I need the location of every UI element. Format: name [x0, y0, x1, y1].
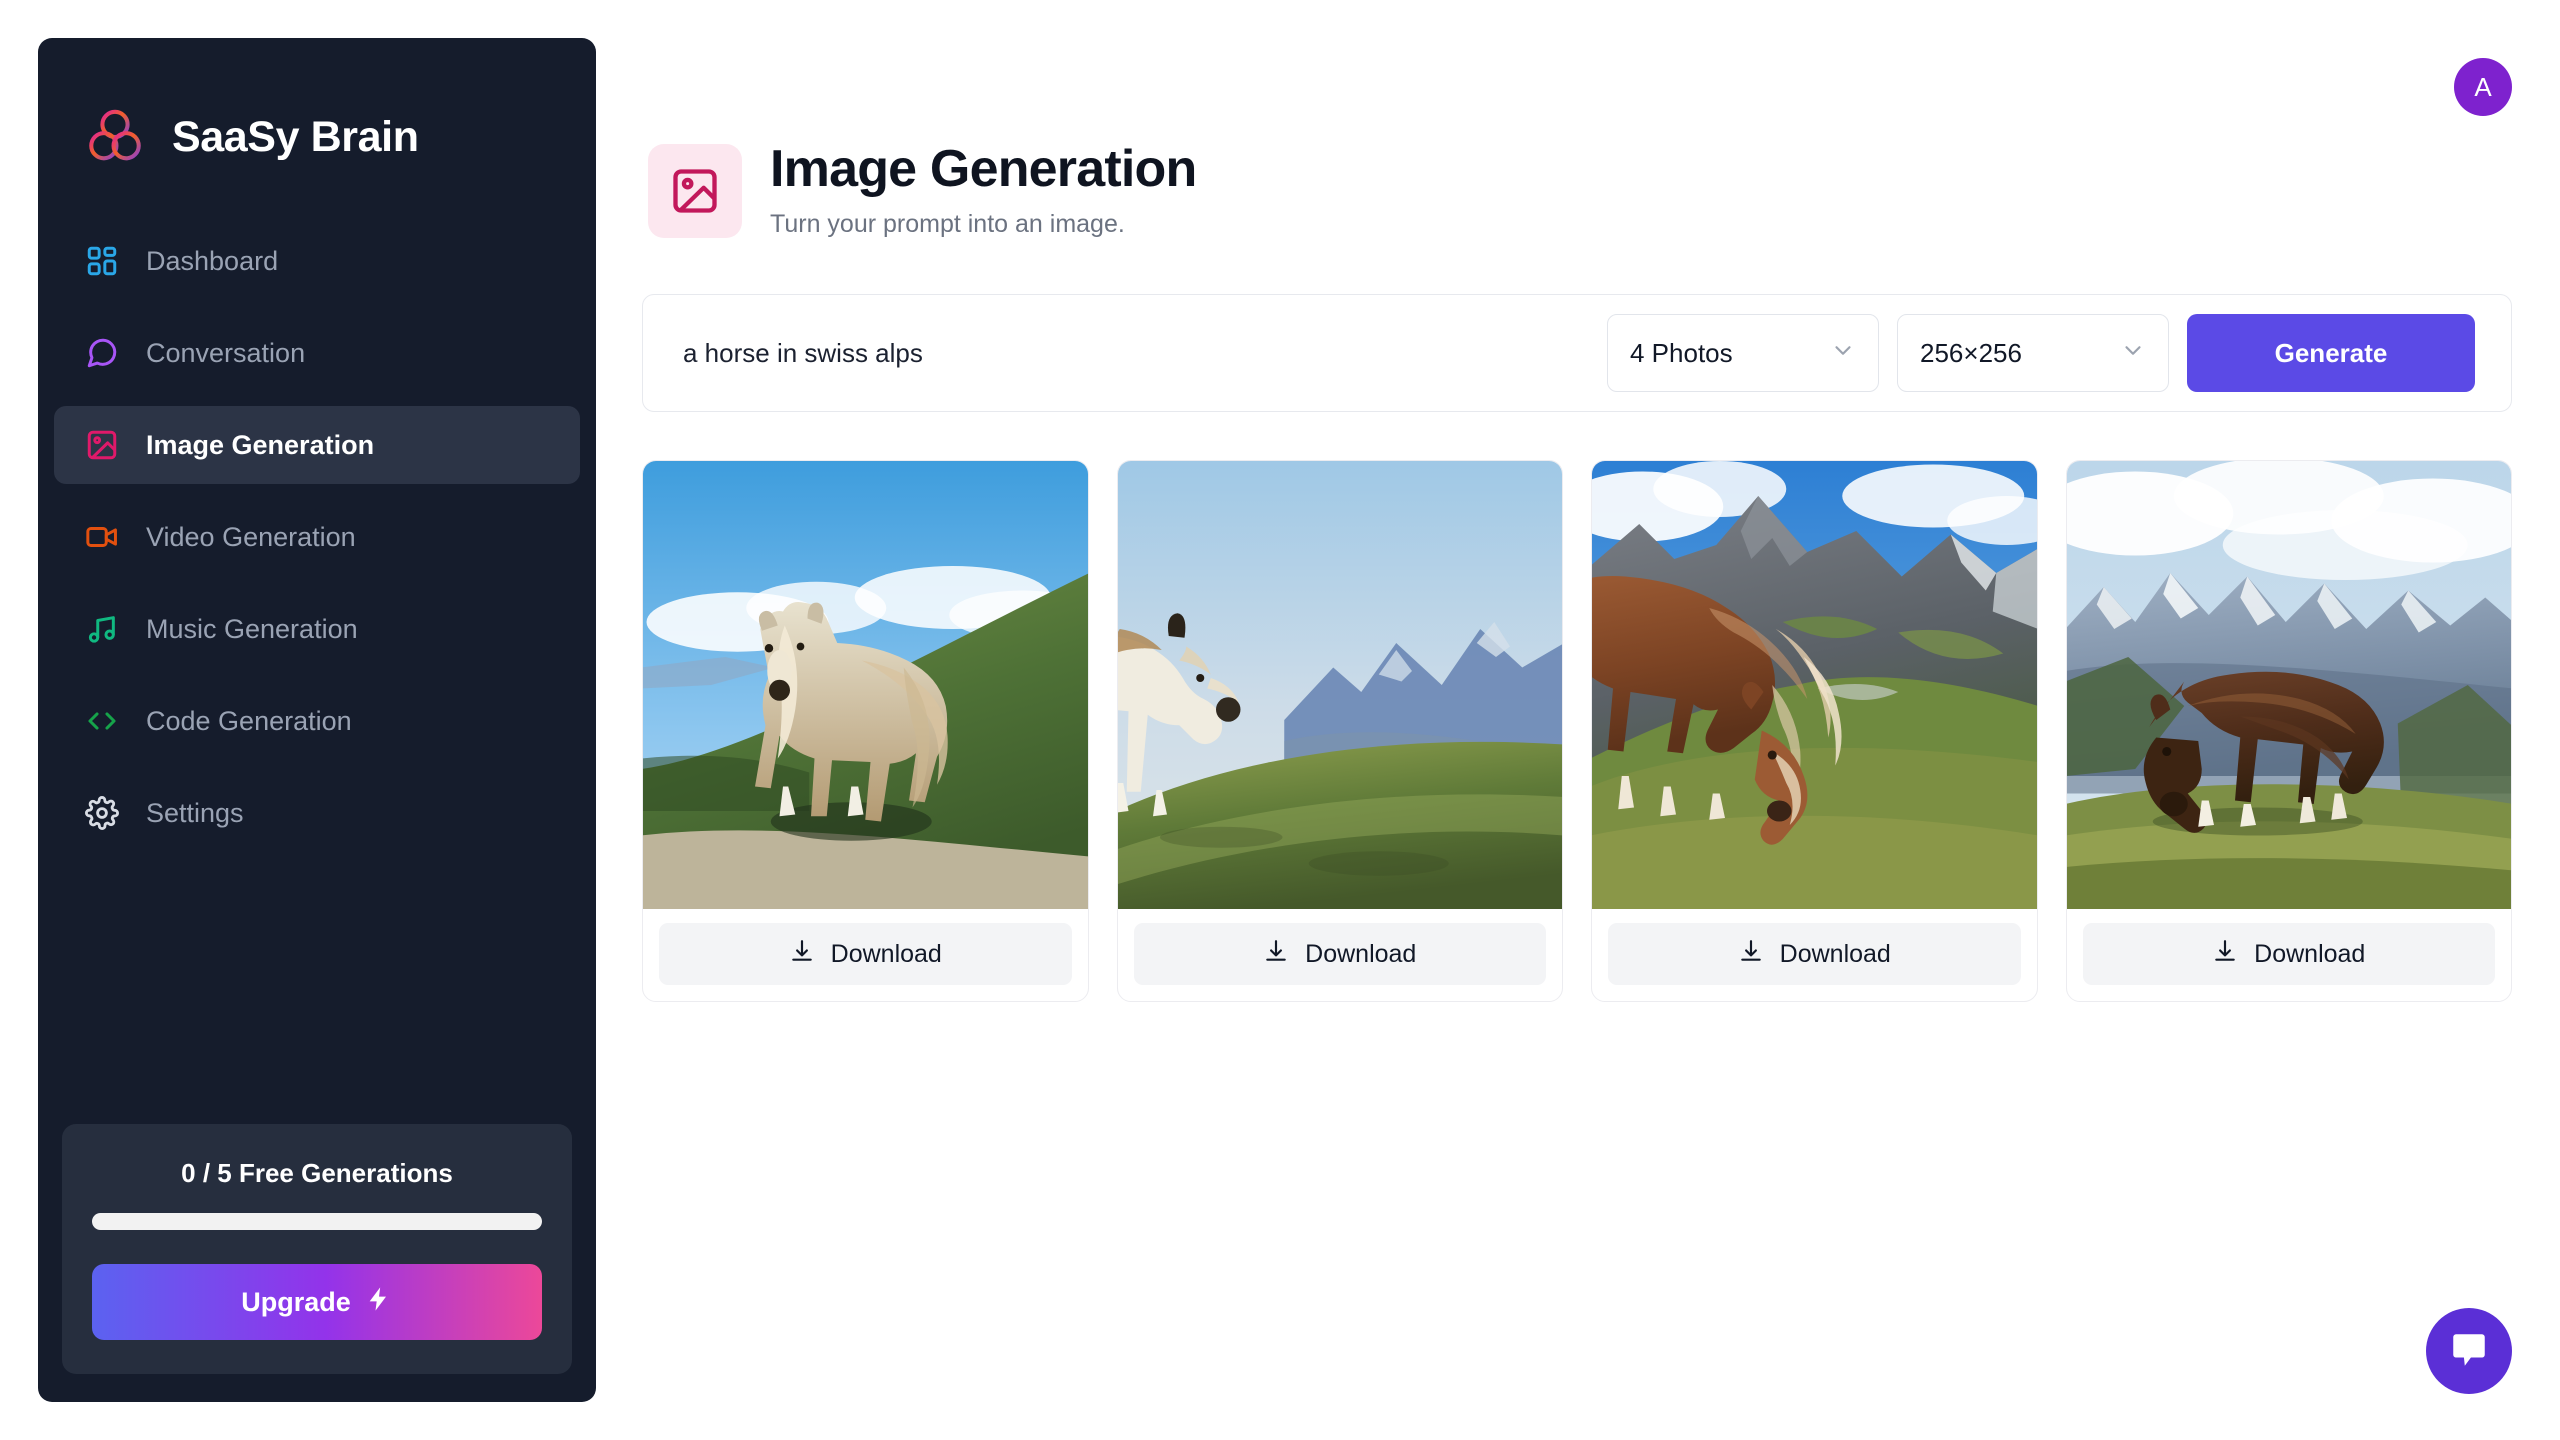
sidebar-item-label: Image Generation	[146, 429, 375, 460]
download-icon	[1263, 938, 1289, 971]
trefoil-logo-icon	[84, 106, 146, 168]
result-card: Download	[1591, 460, 2038, 1002]
photo-count-select[interactable]: 4 Photos	[1607, 314, 1879, 392]
chat-bubble-icon	[2448, 1329, 2490, 1374]
sidebar-item-video-generation[interactable]: Video Generation	[54, 498, 580, 576]
download-icon	[1738, 938, 1764, 971]
sidebar-item-label: Code Generation	[146, 705, 352, 736]
sidebar-item-label: Video Generation	[146, 521, 356, 552]
avatar[interactable]: A	[2454, 58, 2512, 116]
page-header: Image Generation Turn your prompt into a…	[648, 140, 1197, 239]
upgrade-button-label: Upgrade	[241, 1286, 351, 1317]
image-size-value: 256×256	[1920, 337, 2022, 368]
download-wrap: Download	[643, 909, 1088, 1001]
sidebar-item-label: Conversation	[146, 337, 306, 368]
upgrade-button[interactable]: Upgrade	[92, 1264, 542, 1340]
download-icon	[789, 938, 815, 971]
sidebar-item-label: Music Generation	[146, 613, 358, 644]
page-title: Image Generation	[770, 140, 1197, 198]
sidebar-item-code-generation[interactable]: Code Generation	[54, 682, 580, 760]
sidebar-item-label: Dashboard	[146, 245, 279, 276]
code-brackets-icon	[84, 703, 120, 739]
sidebar-item-label: Settings	[146, 797, 244, 828]
grid-icon	[84, 243, 120, 279]
download-button[interactable]: Download	[1133, 923, 1546, 985]
chevron-down-icon	[1830, 338, 1856, 369]
quota-progress-bar	[92, 1213, 542, 1230]
download-label: Download	[1305, 939, 1417, 968]
download-button[interactable]: Download	[1608, 923, 2021, 985]
avatar-initial: A	[2474, 71, 2492, 102]
download-wrap: Download	[1592, 909, 2037, 1001]
download-wrap: Download	[2067, 909, 2512, 1001]
sidebar-item-conversation[interactable]: Conversation	[54, 314, 580, 392]
result-card: Download	[1116, 460, 1563, 1002]
gear-icon	[84, 795, 120, 831]
download-wrap: Download	[1118, 909, 1563, 1001]
result-card: Download	[2065, 460, 2512, 1002]
download-label: Download	[2254, 939, 2366, 968]
image-size-select[interactable]: 256×256	[1897, 314, 2169, 392]
generated-image[interactable]	[1117, 461, 1562, 909]
video-camera-icon	[84, 519, 120, 555]
result-card: Download	[642, 460, 1089, 1002]
app-root: SaaSy Brain Dashboard Conversation Image…	[0, 0, 2560, 1440]
download-button[interactable]: Download	[659, 923, 1072, 985]
download-label: Download	[830, 939, 942, 968]
sidebar-item-settings[interactable]: Settings	[54, 774, 580, 852]
image-icon	[648, 144, 742, 238]
results-grid: Download Download Download Download	[642, 460, 2512, 1002]
image-icon	[84, 427, 120, 463]
lightning-bolt-icon	[365, 1285, 393, 1320]
download-button[interactable]: Download	[2082, 923, 2495, 985]
music-note-icon	[84, 611, 120, 647]
page-subtitle: Turn your prompt into an image.	[770, 209, 1125, 238]
prompt-bar: 4 Photos 256×256 Generate	[642, 294, 2512, 412]
download-icon	[2212, 938, 2238, 971]
chevron-down-icon	[2120, 338, 2146, 369]
sidebar-item-image-generation[interactable]: Image Generation	[54, 406, 580, 484]
upgrade-card: 0 / 5 Free Generations Upgrade	[62, 1124, 572, 1374]
sidebar-nav: Dashboard Conversation Image Generation …	[38, 222, 596, 866]
brand: SaaSy Brain	[38, 38, 596, 188]
generate-button[interactable]: Generate	[2187, 314, 2475, 392]
chat-widget-button[interactable]	[2426, 1308, 2512, 1394]
generated-image[interactable]	[1592, 461, 2037, 909]
brand-name: SaaSy Brain	[172, 112, 419, 161]
page-header-text: Image Generation Turn your prompt into a…	[770, 140, 1197, 239]
chat-bubble-icon	[84, 335, 120, 371]
photo-count-value: 4 Photos	[1630, 337, 1733, 368]
prompt-input[interactable]	[683, 295, 1589, 411]
sidebar-item-music-generation[interactable]: Music Generation	[54, 590, 580, 668]
main-content: A Image Generation Turn your prompt into…	[596, 0, 2560, 1440]
download-label: Download	[1779, 939, 1891, 968]
generated-image[interactable]	[2066, 461, 2511, 909]
sidebar-item-dashboard[interactable]: Dashboard	[54, 222, 580, 300]
generated-image[interactable]	[643, 461, 1088, 909]
quota-label: 0 / 5 Free Generations	[181, 1158, 453, 1188]
sidebar: SaaSy Brain Dashboard Conversation Image…	[38, 38, 596, 1402]
